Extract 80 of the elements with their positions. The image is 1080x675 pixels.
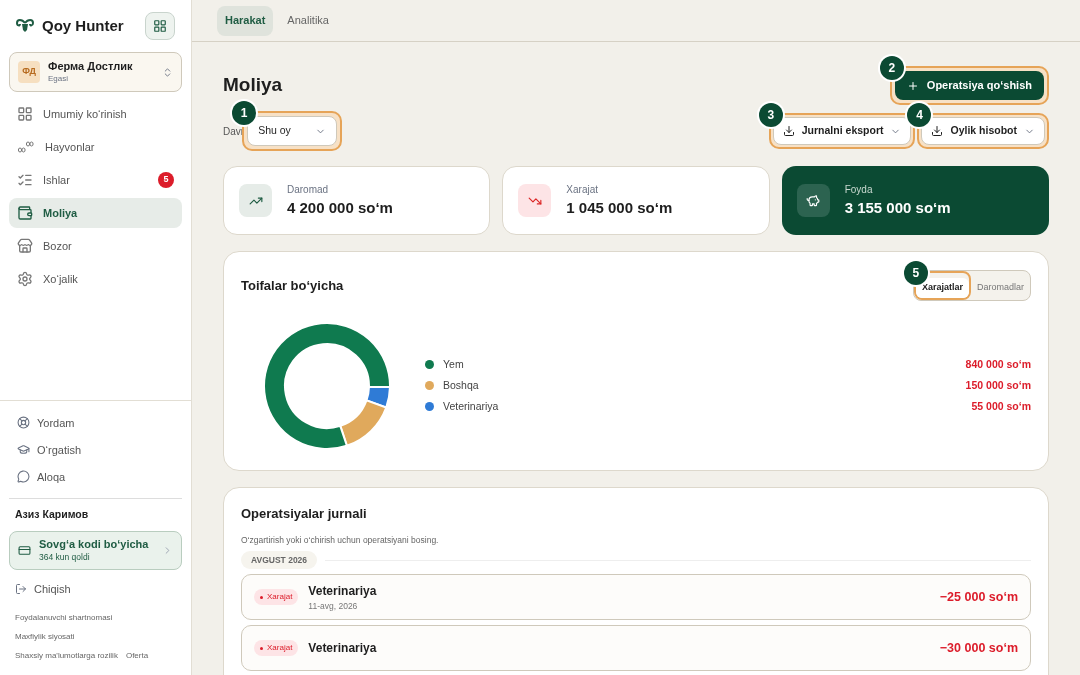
month-header: AVGUST 2026: [241, 551, 318, 570]
step-marker: 1: [232, 101, 257, 125]
grid-icon: [153, 19, 167, 33]
period-dropdown[interactable]: Shu oy: [247, 116, 338, 146]
operation-amount: −30 000 so‘m: [939, 639, 1018, 657]
legend-amount: 840 000 so‘m: [965, 356, 1031, 372]
nav-item[interactable]: Ishlar 5: [9, 165, 182, 195]
updown-chevron-icon: [162, 66, 173, 78]
card-title: Toifalar bo‘yicha: [241, 276, 344, 295]
operation-amount: −25 000 so‘m: [939, 588, 1018, 606]
download-icon: [782, 125, 795, 137]
app-name: Qoy Hunter: [42, 15, 124, 36]
step-marker: 4: [907, 103, 932, 127]
legend-amount: 150 000 so‘m: [965, 377, 1031, 393]
logout-icon: [15, 583, 27, 595]
help-link[interactable]: Aloqa: [9, 463, 182, 491]
piggy-bank-icon: [806, 193, 821, 208]
stat-label: Foyda: [844, 182, 874, 197]
ram-logo-icon: [16, 19, 34, 33]
toggle-option[interactable]: Xarajatlar: [915, 277, 969, 298]
footer-link[interactable]: Oferta: [125, 646, 149, 665]
card-icon: [18, 544, 31, 557]
grid-icon: [17, 106, 33, 122]
subscription-title: Sovg‘a kodi bo‘yicha: [39, 538, 150, 553]
animals-icon: [17, 140, 35, 154]
logout-link[interactable]: Chiqish: [9, 570, 182, 608]
user-name: Азиз Каримов: [14, 507, 90, 523]
graduation-cap-icon: [17, 443, 30, 457]
operation-title: Veterinariya: [308, 582, 378, 600]
count-badge: 5: [158, 172, 174, 188]
footer-link[interactable]: Shaxsiy ma'lumotlarga rozilik: [15, 646, 118, 665]
journal-hint: O‘zgartirish yoki o‘chirish uchun operatsiyani bosing.: [241, 533, 440, 547]
stat-value: 4 200 000 so‘m: [287, 197, 393, 218]
wallet-icon: [17, 205, 33, 221]
add-operation-button[interactable]: Operatsiya qo‘shish: [894, 71, 1044, 100]
legend-label: Yem: [443, 356, 464, 372]
nav-item[interactable]: Xo‘jalik: [9, 264, 182, 294]
step-marker: 2: [879, 56, 904, 80]
plus-icon: [906, 79, 919, 92]
subscription-days: 364 kun qoldi: [39, 552, 154, 563]
help-link[interactable]: O‘rgatish: [9, 436, 182, 464]
stat-label: Daromad: [287, 182, 330, 197]
help-link[interactable]: Yordam: [9, 409, 182, 437]
operation-date: 11-avg, 2026: [308, 599, 359, 613]
expense-badge: Xarajat: [254, 589, 299, 606]
step-marker: 3: [758, 103, 783, 127]
step-marker: 5: [903, 261, 928, 285]
expense-badge: Xarajat: [254, 640, 299, 657]
nav-item[interactable]: Umumiy ko‘rinish: [9, 99, 182, 129]
stat-value: 1 045 000 so‘m: [566, 197, 673, 218]
legend-amount: 55 000 so‘m: [971, 398, 1031, 414]
store-icon: [17, 238, 33, 254]
page-title: Moliya: [223, 73, 283, 97]
footer-link[interactable]: Foydalanuvchi shartnomasi: [15, 608, 176, 627]
card-title: Operatsiyalar jurnali: [241, 505, 368, 523]
footer-link[interactable]: Maxfiylik siyosati: [15, 627, 176, 646]
download-icon: [931, 125, 944, 137]
tab[interactable]: Analitika: [279, 5, 337, 36]
subscription-card[interactable]: Sovg‘a kodi bo‘yicha 364 kun qoldi: [9, 531, 182, 570]
chat-bubble-icon: [17, 470, 30, 484]
operation-row[interactable]: Xarajat Veterinariya 11-avg, 2026 −25 000 so‘m: [241, 574, 1031, 621]
stat-label: Xarajat: [566, 182, 599, 197]
checklist-icon: [17, 172, 33, 188]
apps-button[interactable]: [145, 12, 175, 40]
farm-avatar: ФД: [18, 61, 40, 83]
toggle-option[interactable]: Daromadlar: [970, 277, 1030, 298]
stat-value: 3 155 000 so‘m: [844, 197, 951, 218]
farm-name: Ферма Достлик: [48, 60, 134, 74]
tab[interactable]: Harakat: [217, 5, 274, 36]
nav-item[interactable]: Hayvonlar: [9, 132, 182, 162]
operation-title: Veterinariya: [308, 640, 378, 658]
farm-selector[interactable]: ФД Ферма Достлик Egasi: [9, 52, 182, 92]
legend-label: Boshqa: [443, 377, 479, 393]
operation-row[interactable]: Xarajat Veterinariya −30 000 so‘m: [241, 625, 1031, 672]
lifebuoy-icon: [17, 416, 30, 430]
farm-role: Egasi: [48, 73, 69, 84]
settings-icon: [17, 271, 33, 287]
nav-item[interactable]: Bozor: [9, 231, 182, 261]
legend-label: Veterinariya: [443, 398, 499, 414]
nav-item[interactable]: Moliya: [9, 198, 182, 228]
